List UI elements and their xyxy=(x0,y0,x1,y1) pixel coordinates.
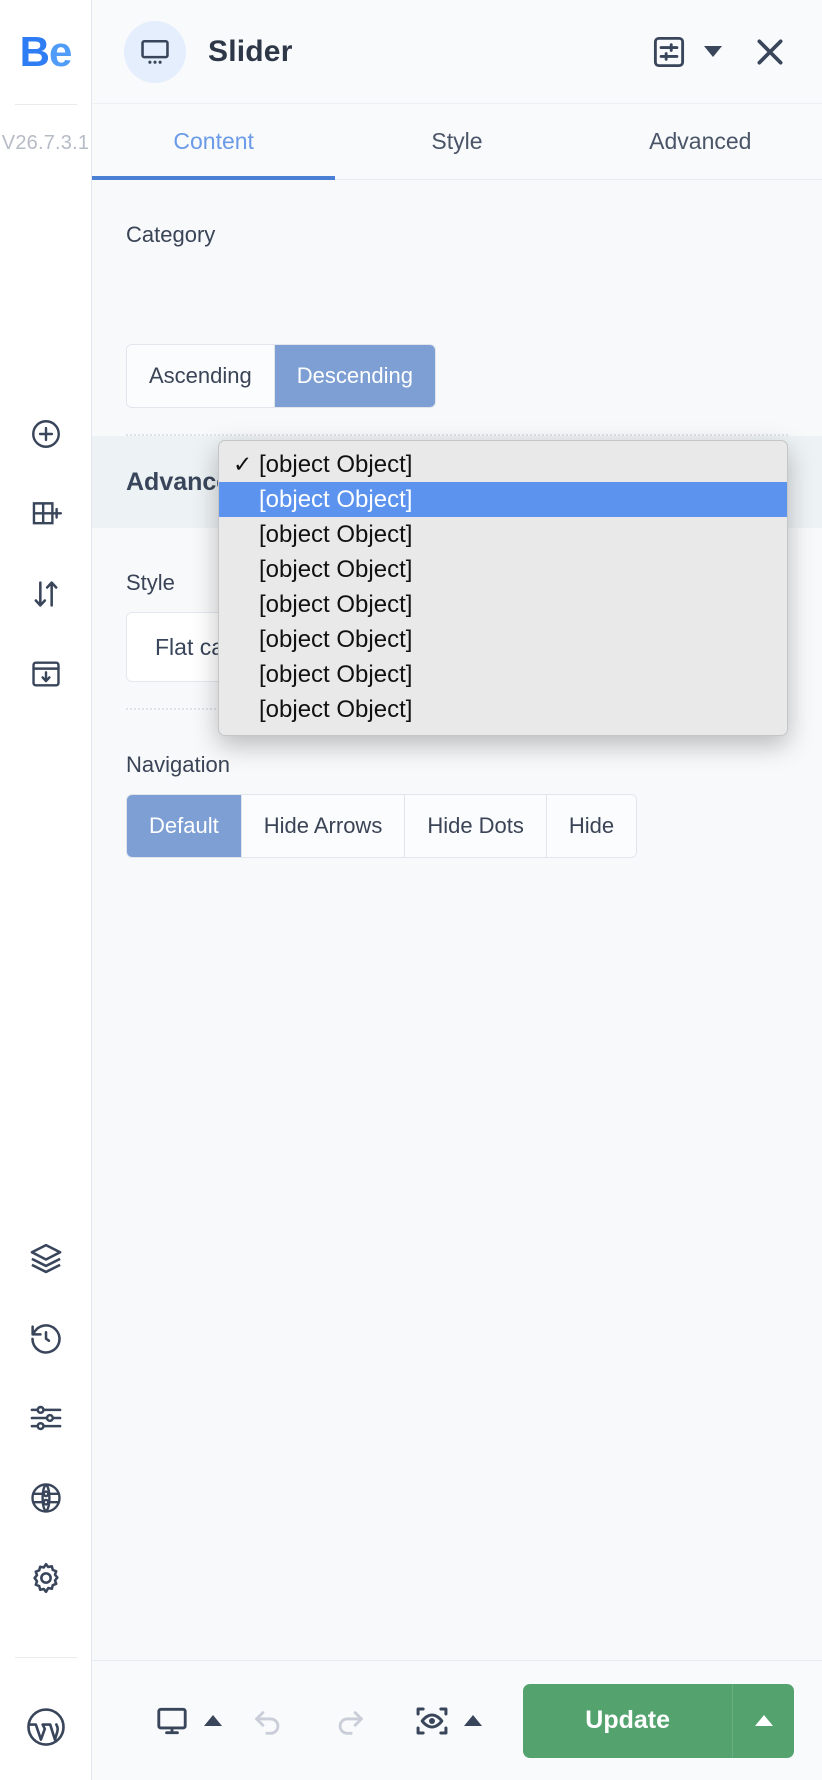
navigation-segmented-control: Default Hide Arrows Hide Dots Hide xyxy=(126,794,638,858)
category-option-label: [object Object] xyxy=(259,660,413,688)
order-option-ascending[interactable]: Ascending xyxy=(127,345,275,407)
monitor-icon[interactable] xyxy=(144,1693,200,1749)
preview-caret-icon[interactable] xyxy=(464,1715,482,1726)
undo-icon[interactable] xyxy=(240,1693,296,1749)
category-option-label: [object Object] xyxy=(259,695,413,723)
category-option[interactable]: [object Object] xyxy=(219,552,787,587)
navigation-option-default[interactable]: Default xyxy=(127,795,242,857)
widget-settings-icon[interactable] xyxy=(646,29,692,75)
category-option[interactable]: ✓ [object Object] xyxy=(219,447,787,482)
update-button[interactable]: Update xyxy=(523,1684,732,1758)
close-icon[interactable] xyxy=(744,26,796,78)
category-label: Category xyxy=(126,222,216,247)
redo-icon[interactable] xyxy=(322,1693,378,1749)
history-icon[interactable] xyxy=(23,1315,69,1361)
widget-settings-window: Be V26.7.3.1 Slider Content Style Advanc… xyxy=(0,0,822,1780)
order-segmented-control: Ascending Descending xyxy=(126,344,436,408)
navigation-option-hide-dots[interactable]: Hide Dots xyxy=(405,795,547,857)
panel-body: Category Ascending Descending Advanced S… xyxy=(92,180,822,1660)
category-option-label: [object Object] xyxy=(259,520,413,548)
add-section-icon[interactable] xyxy=(23,491,69,537)
check-icon: ✓ xyxy=(233,451,253,477)
preview-eye-icon[interactable] xyxy=(404,1693,460,1749)
responsive-caret-icon[interactable] xyxy=(204,1715,222,1726)
chevron-down-icon[interactable] xyxy=(704,46,722,57)
logo-letter-b: B xyxy=(19,28,50,75)
tab-advanced[interactable]: Advanced xyxy=(579,104,822,179)
rail-divider-bottom xyxy=(14,1657,77,1658)
category-option-label: [object Object] xyxy=(259,450,413,478)
navigation-option-hide-arrows[interactable]: Hide Arrows xyxy=(241,795,406,857)
category-option-label: [object Object] xyxy=(259,590,413,618)
update-dropdown-button[interactable] xyxy=(732,1683,794,1758)
tab-style[interactable]: Style xyxy=(335,104,578,179)
rail-top-icon-group xyxy=(23,411,69,697)
category-option[interactable]: [object Object] xyxy=(219,482,787,517)
update-button-group: Update xyxy=(523,1683,794,1758)
order-option-descending[interactable]: Descending xyxy=(274,345,435,407)
app-logo[interactable]: Be xyxy=(0,0,91,104)
rail-bottom-icon-group xyxy=(14,1235,77,1750)
panel-header: Slider xyxy=(92,0,822,104)
wordpress-icon[interactable] xyxy=(23,1704,69,1750)
settings-sliders-icon[interactable] xyxy=(23,1395,69,1441)
settings-panel: Slider Content Style Advanced Category A… xyxy=(92,0,822,1780)
category-option[interactable]: [object Object] xyxy=(219,622,787,657)
version-label: V26.7.3.1 xyxy=(1,131,90,154)
category-option[interactable]: [object Object] xyxy=(219,517,787,552)
panel-footer: Update xyxy=(92,1660,822,1780)
header-actions xyxy=(646,26,796,78)
category-select-popup[interactable]: ✓ [object Object] [object Object] [objec… xyxy=(218,440,788,736)
category-option-label: [object Object] xyxy=(259,555,413,583)
import-template-icon[interactable] xyxy=(23,651,69,697)
category-option[interactable]: [object Object] xyxy=(219,587,787,622)
category-option-label: [object Object] xyxy=(259,485,413,513)
left-toolbar: Be V26.7.3.1 xyxy=(0,0,92,1780)
category-option[interactable]: [object Object] xyxy=(219,657,787,692)
logo-letter-e: e xyxy=(48,28,72,75)
caret-up-icon xyxy=(754,1715,773,1726)
panel-tabs: Content Style Advanced xyxy=(92,104,822,180)
monitor-slider-icon xyxy=(124,20,186,83)
footer-left-tools xyxy=(92,1693,500,1749)
category-option[interactable]: [object Object] xyxy=(219,692,787,727)
tab-content[interactable]: Content xyxy=(92,104,336,180)
order-field: Ascending Descending xyxy=(92,340,822,408)
navigation-option-hide[interactable]: Hide xyxy=(546,795,637,857)
page-title: Slider xyxy=(208,34,293,68)
category-field: Category xyxy=(92,180,822,340)
category-option-label: [object Object] xyxy=(259,625,413,653)
gear-icon[interactable] xyxy=(23,1555,69,1601)
layers-icon[interactable] xyxy=(23,1235,69,1281)
sort-icon[interactable] xyxy=(23,571,69,617)
globe-icon[interactable] xyxy=(23,1475,69,1521)
add-element-icon[interactable] xyxy=(23,411,69,457)
